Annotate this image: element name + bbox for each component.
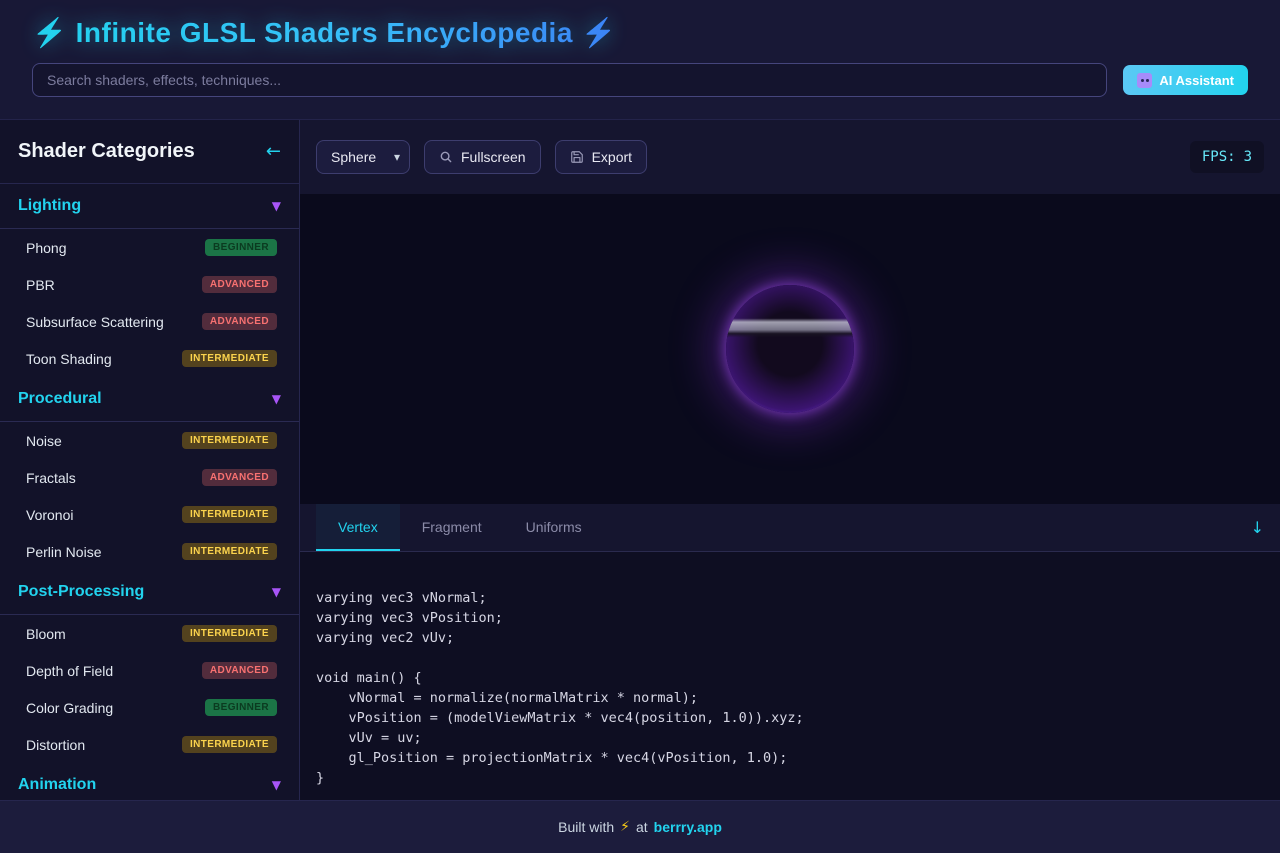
chevron-down-icon: ▼ xyxy=(272,778,281,792)
fps-label: FPS: xyxy=(1202,149,1236,165)
category-header-lighting[interactable]: Lighting ▼ xyxy=(0,184,299,229)
sidebar-item-subsurface-scattering[interactable]: Subsurface Scattering ADVANCED xyxy=(0,303,299,340)
export-button[interactable]: Export xyxy=(555,140,647,174)
sidebar-shader-categories: Shader Categories ← Lighting ▼ Phong BEG… xyxy=(0,120,300,800)
shader-label: Distortion xyxy=(26,737,85,753)
fps-value: 3 xyxy=(1244,149,1252,165)
sidebar-item-perlin-noise[interactable]: Perlin Noise INTERMEDIATE xyxy=(0,533,299,570)
fullscreen-button[interactable]: Fullscreen xyxy=(424,140,541,174)
difficulty-badge: ADVANCED xyxy=(202,469,277,486)
sidebar-item-noise[interactable]: Noise INTERMEDIATE xyxy=(0,422,299,459)
difficulty-badge: ADVANCED xyxy=(202,662,277,679)
difficulty-badge: INTERMEDIATE xyxy=(182,350,277,367)
sidebar-item-depth-of-field[interactable]: Depth of Field ADVANCED xyxy=(0,652,299,689)
fps-counter: FPS: 3 xyxy=(1190,141,1264,173)
vertex-shader-code[interactable]: varying vec3 vNormal; varying vec3 vPosi… xyxy=(300,552,1280,800)
shape-select[interactable]: Sphere xyxy=(316,140,410,174)
category-header-post-processing[interactable]: Post-Processing ▼ xyxy=(0,570,299,615)
sidebar-title: Shader Categories xyxy=(18,140,195,163)
viewport-toolbar: Sphere Fullscreen Export FPS: 3 xyxy=(300,120,1280,194)
chevron-down-icon: ▼ xyxy=(272,392,281,406)
shader-label: Fractals xyxy=(26,470,76,486)
difficulty-badge: BEGINNER xyxy=(205,699,277,716)
shader-label: Color Grading xyxy=(26,700,113,716)
sidebar-item-distortion[interactable]: Distortion INTERMEDIATE xyxy=(0,726,299,763)
footer-text: Built with xyxy=(558,819,614,835)
category-name: Animation xyxy=(18,776,96,794)
shader-label: Phong xyxy=(26,240,66,256)
tab-vertex[interactable]: Vertex xyxy=(316,504,400,551)
shader-label: Toon Shading xyxy=(26,351,112,367)
sidebar-item-voronoi[interactable]: Voronoi INTERMEDIATE xyxy=(0,496,299,533)
main-panel: Sphere Fullscreen Export FPS: 3 Vertex F… xyxy=(300,120,1280,800)
category-name: Procedural xyxy=(18,390,102,408)
difficulty-badge: BEGINNER xyxy=(205,239,277,256)
berrry-app-link[interactable]: berrry.app xyxy=(654,819,722,835)
category-header-animation[interactable]: Animation ▼ xyxy=(0,763,299,800)
difficulty-badge: INTERMEDIATE xyxy=(182,506,277,523)
content-area: Shader Categories ← Lighting ▼ Phong BEG… xyxy=(0,120,1280,800)
sidebar-collapse-icon[interactable]: ← xyxy=(266,141,281,162)
page-title: ⚡ Infinite GLSL Shaders Encyclopedia ⚡ xyxy=(32,16,617,49)
search-input[interactable] xyxy=(32,63,1107,97)
shader-label: Perlin Noise xyxy=(26,544,101,560)
chevron-down-icon: ▼ xyxy=(272,199,281,213)
difficulty-badge: INTERMEDIATE xyxy=(182,543,277,560)
magnifier-icon xyxy=(439,150,453,164)
sidebar-header: Shader Categories ← xyxy=(0,120,299,184)
chevron-down-icon: ▼ xyxy=(272,585,281,599)
search-row: AI Assistant xyxy=(32,63,1248,97)
ai-assistant-label: AI Assistant xyxy=(1159,73,1234,88)
sidebar-item-bloom[interactable]: Bloom INTERMEDIATE xyxy=(0,615,299,652)
sidebar-item-pbr[interactable]: PBR ADVANCED xyxy=(0,266,299,303)
tab-uniforms[interactable]: Uniforms xyxy=(504,504,604,551)
sidebar-item-toon-shading[interactable]: Toon Shading INTERMEDIATE xyxy=(0,340,299,377)
tab-fragment[interactable]: Fragment xyxy=(400,504,504,551)
save-icon xyxy=(570,150,584,164)
app-header: ⚡ Infinite GLSL Shaders Encyclopedia ⚡ A… xyxy=(0,0,1280,120)
shape-select-wrap: Sphere xyxy=(316,140,410,174)
shader-label: PBR xyxy=(26,277,55,293)
code-editor[interactable]: varying vec3 vNormal; varying vec3 vPosi… xyxy=(300,552,1280,800)
difficulty-badge: INTERMEDIATE xyxy=(182,432,277,449)
sidebar-item-phong[interactable]: Phong BEGINNER xyxy=(0,229,299,266)
sidebar-item-fractals[interactable]: Fractals ADVANCED xyxy=(0,459,299,496)
difficulty-badge: INTERMEDIATE xyxy=(182,625,277,642)
app-footer: Built with ⚡ at berrry.app xyxy=(0,800,1280,853)
difficulty-badge: ADVANCED xyxy=(202,313,277,330)
editor-collapse-icon[interactable]: ↓ xyxy=(1251,518,1264,537)
export-label: Export xyxy=(592,149,632,165)
shader-label: Subsurface Scattering xyxy=(26,314,164,330)
difficulty-badge: ADVANCED xyxy=(202,276,277,293)
shader-label: Noise xyxy=(26,433,62,449)
category-header-procedural[interactable]: Procedural ▼ xyxy=(0,377,299,422)
category-name: Post-Processing xyxy=(18,583,144,601)
ai-assistant-button[interactable]: AI Assistant xyxy=(1123,65,1248,95)
footer-text: at xyxy=(636,819,648,835)
shader-3d-viewport[interactable] xyxy=(300,194,1280,504)
shader-preview-sphere xyxy=(726,285,854,413)
shader-label: Bloom xyxy=(26,626,66,642)
editor-tabbar: Vertex Fragment Uniforms ↓ xyxy=(300,504,1280,552)
fullscreen-label: Fullscreen xyxy=(461,149,526,165)
lightning-bolt-icon: ⚡ xyxy=(620,819,630,835)
sidebar-item-color-grading[interactable]: Color Grading BEGINNER xyxy=(0,689,299,726)
robot-icon xyxy=(1137,73,1152,88)
category-name: Lighting xyxy=(18,197,81,215)
difficulty-badge: INTERMEDIATE xyxy=(182,736,277,753)
shader-label: Voronoi xyxy=(26,507,73,523)
shader-label: Depth of Field xyxy=(26,663,113,679)
